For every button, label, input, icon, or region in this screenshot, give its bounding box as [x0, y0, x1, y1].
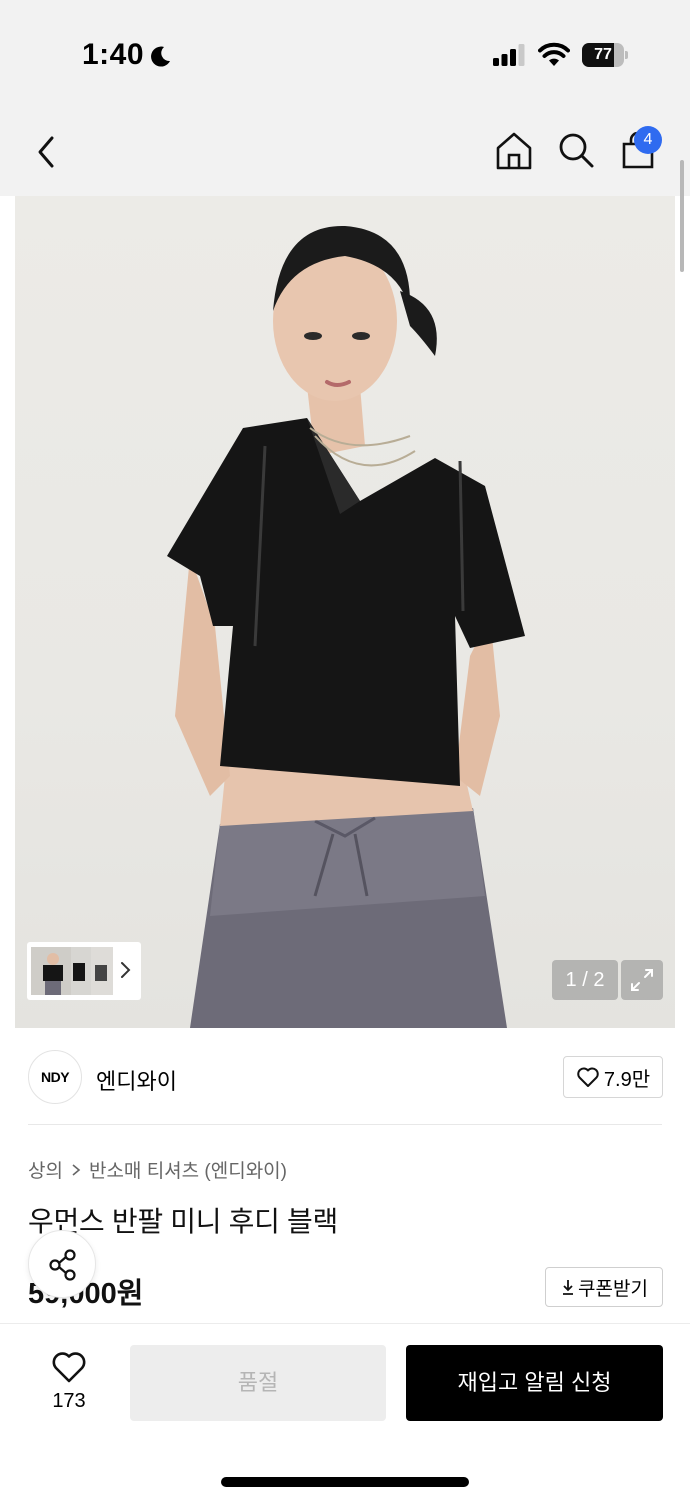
divider [28, 1124, 662, 1125]
home-indicator[interactable] [221, 1477, 469, 1487]
status-time: 1:40 [82, 38, 145, 71]
home-icon[interactable] [494, 130, 534, 172]
wishlist-count: 173 [52, 1390, 86, 1412]
coupon-button[interactable]: 쿠폰받기 [545, 1267, 663, 1307]
download-icon [563, 1280, 574, 1295]
moon-icon [151, 46, 170, 67]
share-button[interactable] [28, 1230, 96, 1298]
chevron-right-icon [72, 1163, 81, 1176]
breadcrumb-item[interactable]: 상의 [28, 1156, 63, 1183]
cart-count-badge: 4 [634, 126, 662, 154]
status-bar: 1:40 77 [0, 0, 690, 110]
heart-icon [52, 1352, 86, 1383]
chevron-right-icon[interactable] [119, 960, 133, 980]
heart-icon [577, 1067, 599, 1087]
brand-name[interactable]: 엔디와이 [96, 1064, 177, 1096]
back-arrow-icon[interactable] [30, 132, 66, 172]
brand-like-count: 7.9만 [603, 1068, 651, 1091]
thumbnail-image[interactable] [91, 947, 113, 995]
top-nav: 4 [0, 110, 690, 196]
expand-image-button[interactable] [621, 960, 663, 1000]
brand-logo[interactable]: NDY [28, 1050, 82, 1104]
restock-alert-button[interactable]: 재입고 알림 신청 [406, 1345, 663, 1421]
scrollbar[interactable] [680, 160, 684, 272]
cellular-signal-icon [493, 44, 525, 66]
product-image[interactable] [15, 196, 675, 1028]
share-icon [49, 1249, 76, 1281]
thumbnail-strip[interactable] [27, 942, 141, 1000]
divider [0, 1323, 690, 1324]
wifi-icon [538, 42, 570, 66]
image-page-indicator: 1 / 2 [552, 960, 618, 1000]
brand-like-button[interactable]: 7.9만 [563, 1056, 663, 1098]
breadcrumb: 상의 반소매 티셔츠 (엔디와이) [28, 1156, 287, 1183]
coupon-label: 쿠폰받기 [578, 1278, 648, 1300]
search-icon[interactable] [556, 130, 596, 172]
soldout-button: 품절 [130, 1345, 386, 1421]
thumbnail-image[interactable] [71, 947, 91, 995]
breadcrumb-item[interactable]: 반소매 티셔츠 (엔디와이) [89, 1156, 287, 1183]
battery-indicator: 77 [582, 43, 628, 67]
expand-icon [631, 969, 653, 991]
thumbnail-image[interactable] [31, 947, 75, 995]
product-photo-illustration [167, 225, 525, 1028]
battery-level: 77 [594, 46, 612, 63]
wishlist-button[interactable]: 173 [36, 1346, 102, 1418]
